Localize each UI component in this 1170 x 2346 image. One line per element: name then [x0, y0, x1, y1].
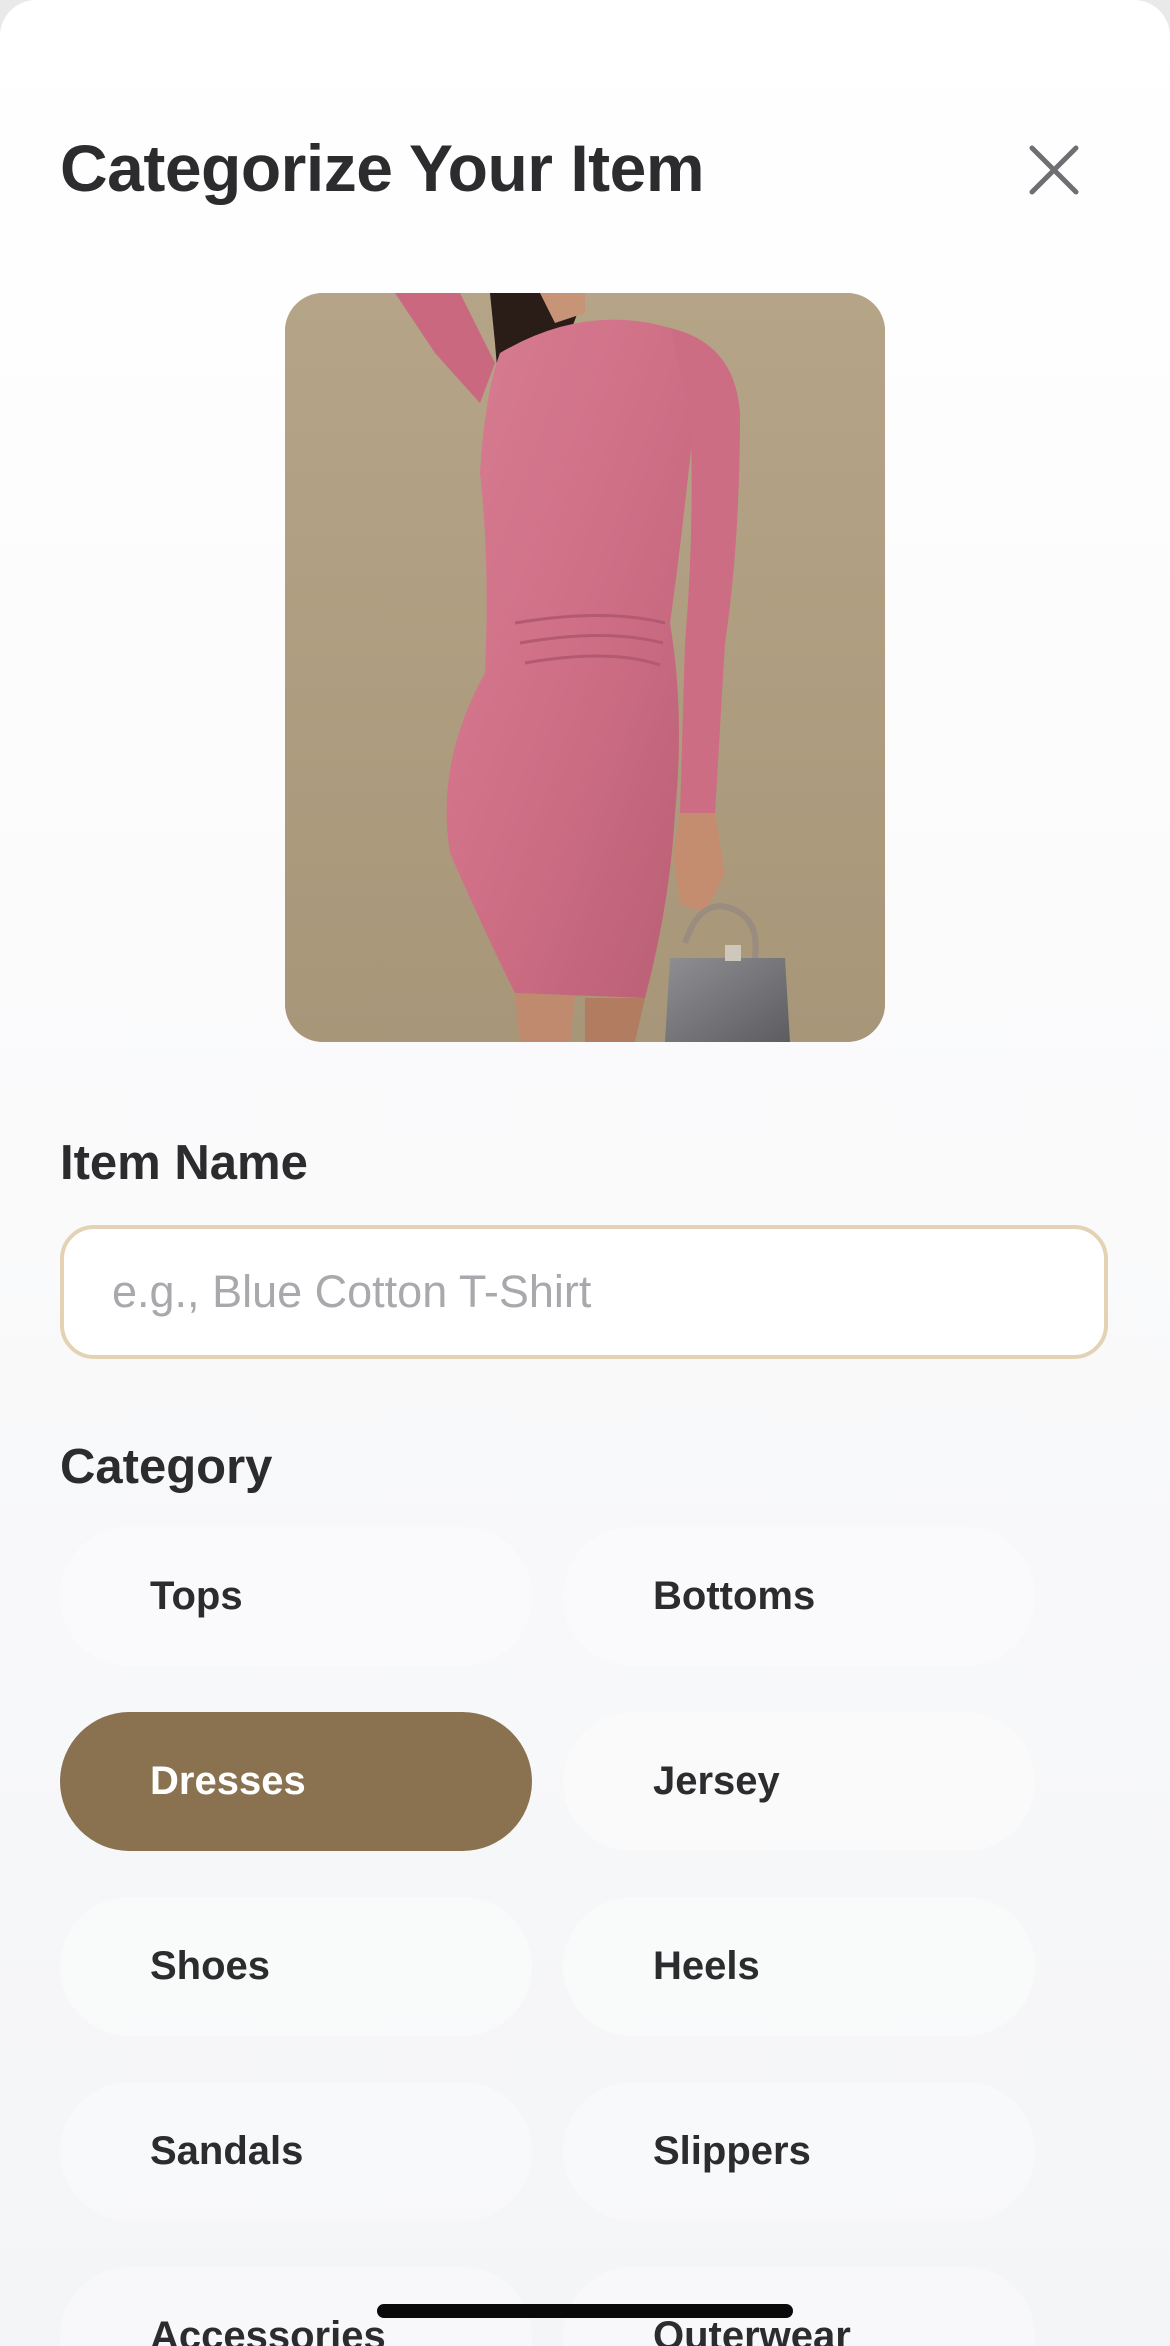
category-option-label: Sandals: [150, 2129, 304, 2173]
category-option-label: Outerwear: [653, 2314, 851, 2346]
item-photo: [285, 293, 885, 1042]
categorize-sheet: Categorize Your Item Item Name e.g., Blu…: [0, 0, 1170, 2346]
category-option-tops[interactable]: Tops: [60, 1527, 532, 1666]
category-option-heels[interactable]: Heels: [563, 1897, 1035, 2036]
category-option-label: Dresses: [150, 1759, 306, 1803]
category-option-sandals[interactable]: Sandals: [60, 2082, 532, 2221]
category-option-label: Bottoms: [653, 1574, 816, 1618]
item-name-label: Item Name: [60, 1136, 308, 1190]
category-option-slippers[interactable]: Slippers: [563, 2082, 1035, 2221]
page-title: Categorize Your Item: [60, 131, 705, 205]
home-indicator: [377, 2304, 793, 2318]
category-label: Category: [60, 1440, 273, 1494]
close-icon: [1029, 145, 1079, 195]
item-name-input[interactable]: [60, 1225, 1108, 1359]
category-option-label: Heels: [653, 1944, 760, 1988]
category-option-dresses[interactable]: Dresses: [60, 1712, 532, 1851]
category-option-label: Slippers: [653, 2129, 811, 2173]
category-option-label: Jersey: [653, 1759, 780, 1803]
category-option-bottoms[interactable]: Bottoms: [563, 1527, 1035, 1666]
close-button[interactable]: [1014, 130, 1094, 210]
category-option-shoes[interactable]: Shoes: [60, 1897, 532, 2036]
category-option-label: Tops: [150, 1574, 243, 1618]
category-option-label: Shoes: [150, 1944, 271, 1988]
category-option-jersey[interactable]: Jersey: [563, 1712, 1035, 1851]
category-option-label: Accessories: [150, 2314, 386, 2346]
